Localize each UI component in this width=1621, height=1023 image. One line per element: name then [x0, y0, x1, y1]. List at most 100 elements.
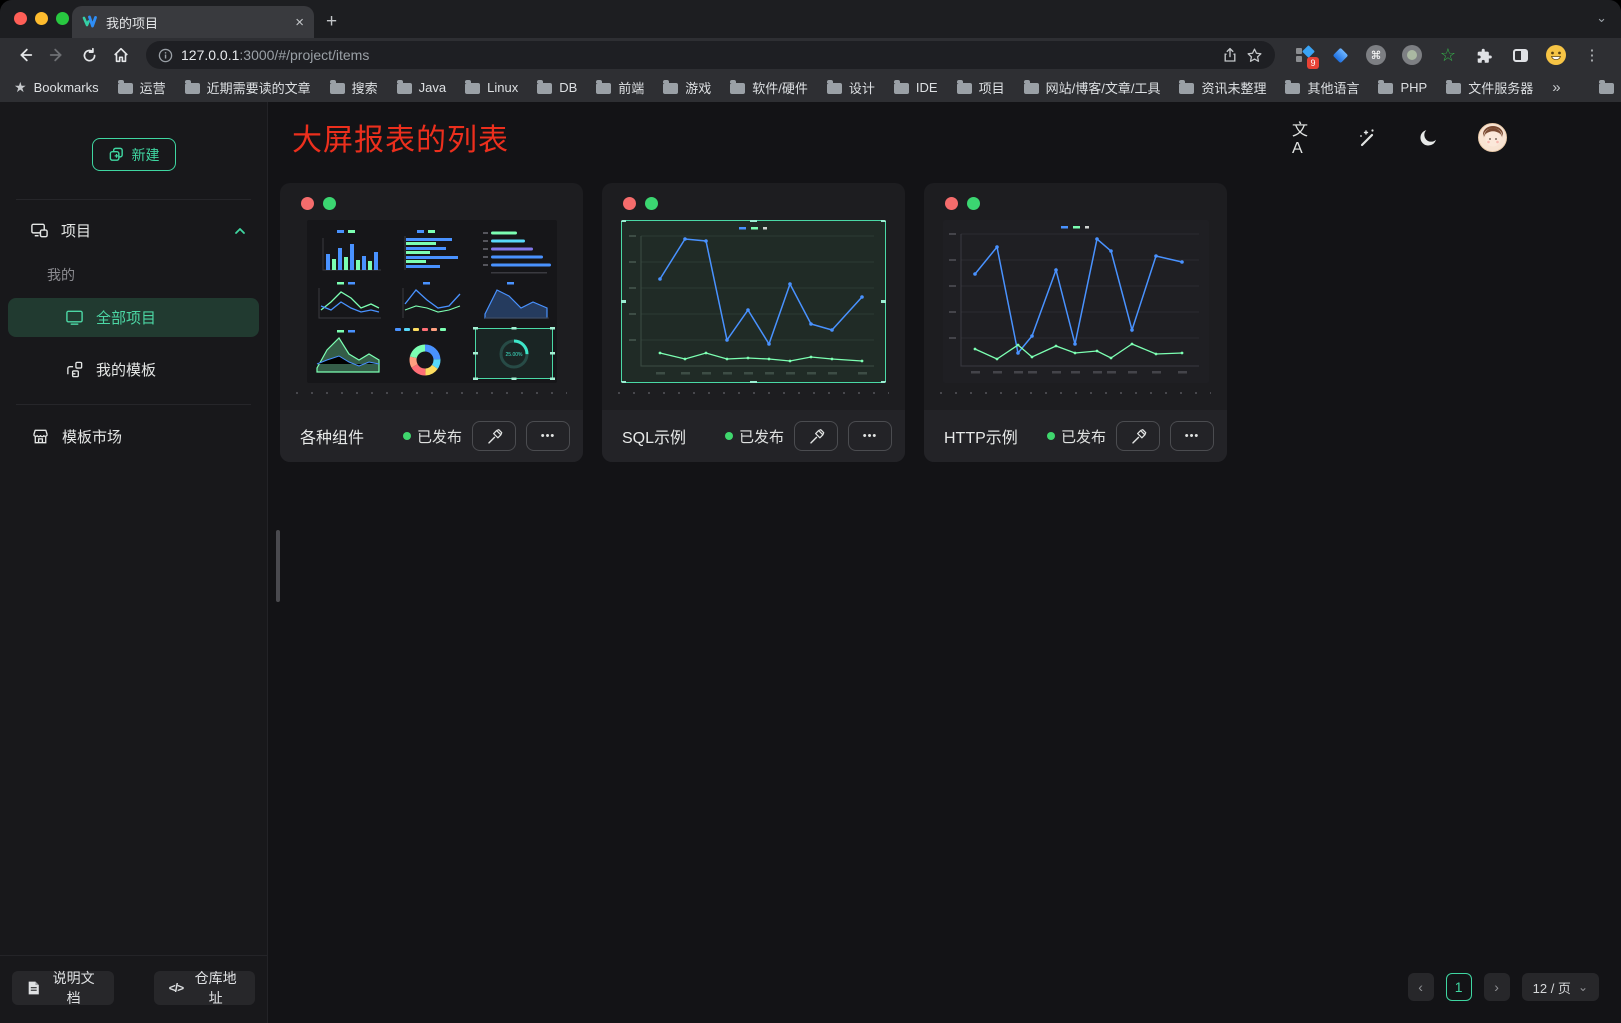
address-bar[interactable]: 127.0.0.1:3000/#/project/items [146, 41, 1275, 69]
sidebar-item-my-templates[interactable]: 我的模板 [8, 350, 259, 389]
red-dot [623, 197, 636, 210]
more-actions-button[interactable]: ••• [526, 421, 570, 451]
back-icon[interactable] [12, 42, 38, 68]
status-badge: 已发布 [725, 426, 784, 447]
chevron-up-icon[interactable] [233, 224, 247, 238]
sidebar-item-all-projects[interactable]: 全部项目 [8, 298, 259, 337]
new-tab-button[interactable]: + [326, 11, 337, 33]
bookmark-folder[interactable]: 前端 [596, 78, 644, 97]
minimize-window-button[interactable] [35, 12, 48, 25]
user-avatar[interactable] [1478, 123, 1507, 152]
folder-icon [1179, 83, 1194, 94]
project-thumbnail[interactable] [943, 220, 1209, 383]
scrollbar-thumb[interactable] [276, 530, 280, 602]
home-icon[interactable] [108, 42, 134, 68]
project-card-http: HTTP示例 已发布 ••• [924, 183, 1227, 462]
zoom-window-button[interactable] [56, 12, 69, 25]
new-project-button[interactable]: 新建 [92, 138, 176, 171]
card-decoration-dots [602, 183, 905, 210]
magic-wand-icon[interactable] [1354, 125, 1378, 149]
code-icon: </> [169, 981, 183, 995]
current-page-button[interactable]: 1 [1446, 973, 1472, 1001]
other-bookmarks[interactable]: 其他书签 [1599, 78, 1621, 97]
traffic-lights [14, 12, 69, 25]
profile-avatar-icon[interactable] [1545, 44, 1567, 66]
hammer-icon [1130, 428, 1147, 445]
browser-menu-icon[interactable]: ⋮ [1581, 44, 1603, 66]
close-window-button[interactable] [14, 12, 27, 25]
bookmark-folder[interactable]: 游戏 [663, 78, 711, 97]
bookmark-folder[interactable]: 项目 [957, 78, 1005, 97]
page-size-dropdown[interactable]: 12 / 页 ⌄ [1522, 973, 1599, 1001]
bookmark-folder[interactable]: Linux [465, 80, 518, 95]
bookmark-folder[interactable]: Java [397, 80, 446, 95]
extension-record-icon[interactable] [1401, 44, 1423, 66]
new-copy-icon [108, 146, 125, 163]
extension-star-icon[interactable]: ☆ [1437, 44, 1459, 66]
edit-project-button[interactable] [472, 421, 516, 451]
bookmark-folder[interactable]: 其他语言 [1285, 78, 1359, 97]
bookmark-folder[interactable]: IDE [894, 80, 938, 95]
bookmarks-overflow-icon[interactable]: » [1552, 79, 1560, 96]
chevron-down-icon: ⌄ [1578, 980, 1588, 994]
project-cards: 25.00% 各种组件 已发布 [280, 183, 1621, 462]
tab-close-icon[interactable]: × [295, 15, 304, 30]
more-actions-button[interactable]: ••• [848, 421, 892, 451]
edit-project-button[interactable] [794, 421, 838, 451]
folder-icon [1446, 83, 1461, 94]
sidebar-item-template-market[interactable]: 模板市场 [8, 417, 259, 456]
edit-project-button[interactable] [1116, 421, 1160, 451]
card-footer: 各种组件 已发布 ••• [280, 410, 583, 462]
extensions-puzzle-icon[interactable] [1473, 44, 1495, 66]
sidebar-group-label: 我的 [47, 265, 267, 285]
project-card-components: 25.00% 各种组件 已发布 [280, 183, 583, 462]
project-thumbnail[interactable]: 25.00% [307, 220, 557, 383]
more-actions-button[interactable]: ••• [1170, 421, 1214, 451]
side-panel-icon[interactable] [1509, 44, 1531, 66]
next-page-button[interactable]: › [1484, 973, 1510, 1001]
dark-mode-moon-icon[interactable] [1416, 125, 1440, 149]
sidebar-section-projects[interactable]: 项目 [30, 220, 247, 241]
bookmark-folder[interactable]: 近期需要读的文章 [185, 78, 311, 97]
gauge-value: 25.00% [505, 352, 523, 358]
bookmarks-root[interactable]: ★Bookmarks [14, 79, 99, 96]
bookmark-folder[interactable]: 设计 [827, 78, 875, 97]
extension-command-icon[interactable]: ⌘ [1365, 44, 1387, 66]
extension-kite-icon[interactable] [1329, 44, 1351, 66]
dotted-separator [296, 392, 567, 394]
bookmark-folder[interactable]: 网站/博客/文章/工具 [1024, 78, 1161, 97]
browser-tab[interactable]: 我的项目 × [72, 6, 314, 38]
bookmark-folder[interactable]: 文件服务器 [1446, 78, 1533, 97]
storefront-icon [31, 427, 50, 446]
app-content: 新建 项目 我的 全部项目 [0, 102, 1621, 1023]
extension-grid-icon[interactable]: 9 [1293, 44, 1315, 66]
bookmark-folder[interactable]: 搜索 [330, 78, 378, 97]
folder-icon [957, 83, 972, 94]
green-dot [645, 197, 658, 210]
repo-button[interactable]: </> 仓库地址 [154, 971, 255, 1005]
browser-window: 我的项目 × + ⌄ 127.0.0.1:3000/#/project/item… [0, 0, 1621, 1023]
bookmark-folder[interactable]: 资讯未整理 [1179, 78, 1266, 97]
folder-icon [827, 83, 842, 94]
template-flow-icon [65, 360, 84, 379]
forward-icon[interactable] [44, 42, 70, 68]
language-icon[interactable]: 文A [1292, 125, 1316, 149]
header-icons: 文A [1292, 123, 1507, 152]
bookmark-folder[interactable]: 运营 [118, 78, 166, 97]
tab-search-icon[interactable]: ⌄ [1596, 10, 1607, 26]
share-icon[interactable] [1222, 47, 1238, 63]
reload-icon[interactable] [76, 42, 102, 68]
prev-page-button[interactable]: ‹ [1408, 973, 1434, 1001]
url-path: :3000/#/project/items [239, 47, 369, 63]
docs-button[interactable]: 说明文档 [12, 971, 114, 1005]
card-footer: SQL示例 已发布 ••• [602, 410, 905, 462]
project-thumbnail[interactable] [621, 220, 886, 383]
bookmark-star-icon[interactable] [1246, 47, 1263, 64]
status-badge: 已发布 [1047, 426, 1106, 447]
bookmark-folder[interactable]: PHP [1378, 80, 1427, 95]
bookmark-folder[interactable]: DB [537, 80, 577, 95]
hammer-icon [808, 428, 825, 445]
site-info-icon[interactable] [158, 48, 173, 63]
bookmark-folder[interactable]: 软件/硬件 [730, 78, 808, 97]
pagination: ‹ 1 › 12 / 页 ⌄ [1408, 973, 1599, 1001]
